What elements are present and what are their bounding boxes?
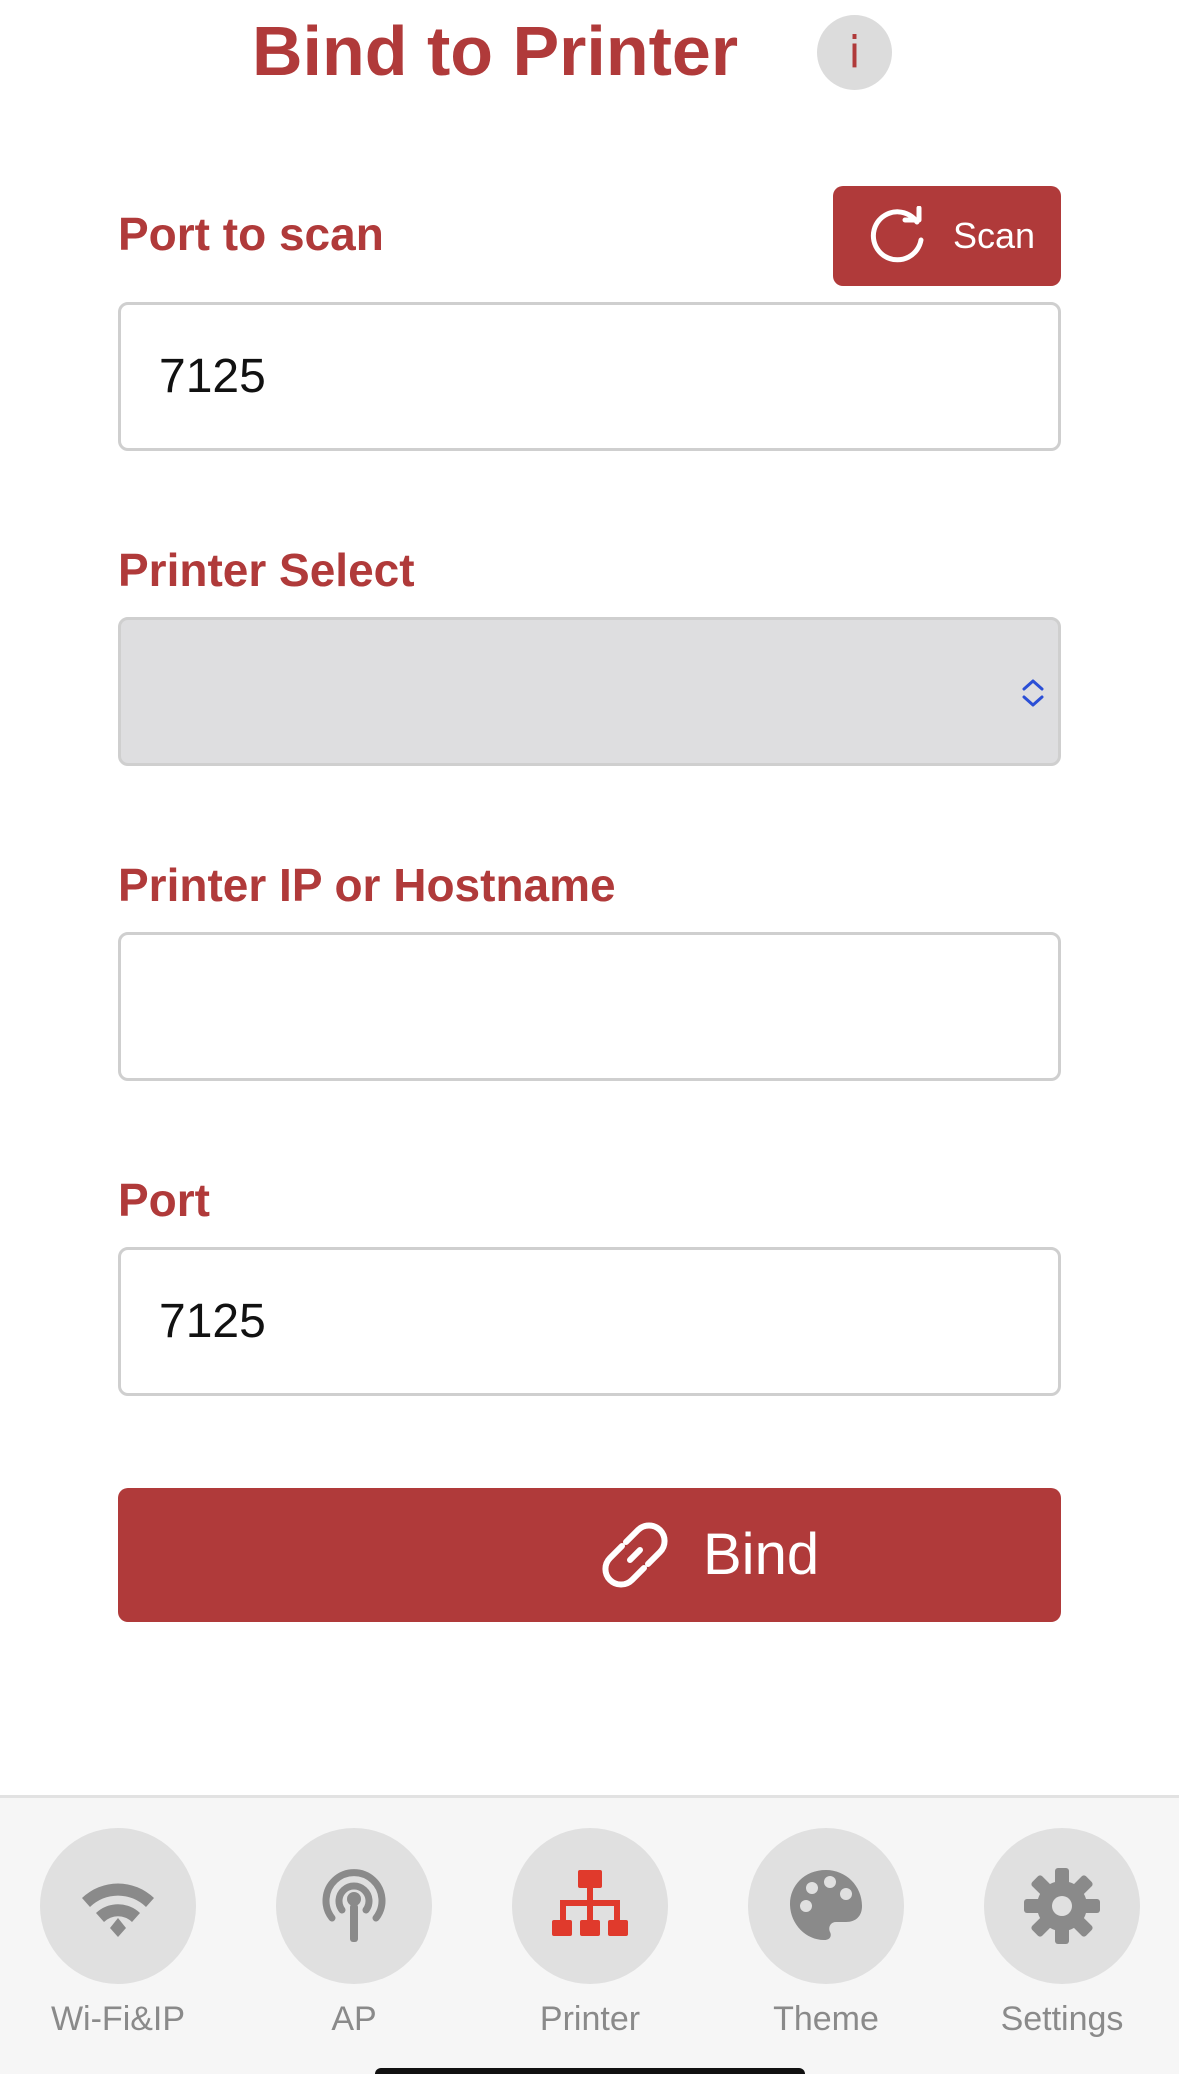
tab-printer[interactable]: Printer (490, 1828, 690, 2058)
tab-wifi-ip-circle (40, 1828, 196, 1984)
chevron-up-down-icon (1022, 679, 1044, 707)
tab-theme-label: Theme (773, 2000, 879, 2038)
info-button[interactable]: i (817, 15, 892, 90)
tab-printer-circle (512, 1828, 668, 1984)
bind-button-label: Bind (703, 1522, 820, 1587)
bottom-tab-bar: Wi-Fi&IP AP Printer Theme Settings (0, 1795, 1179, 2074)
tab-ap-label: AP (331, 2000, 377, 2038)
scan-button-label: Scan (953, 215, 1036, 256)
printer-select-label: Printer Select (118, 544, 415, 596)
printer-host-label: Printer IP or Hostname (118, 859, 616, 911)
tab-settings-circle (984, 1828, 1140, 1984)
printer-host-input[interactable] (118, 932, 1061, 1081)
tab-wifi-ip-label: Wi-Fi&IP (50, 2000, 186, 2038)
port-input[interactable]: 7125 (118, 1247, 1061, 1396)
port-to-scan-label: Port to scan (118, 208, 384, 260)
tab-theme-circle (748, 1828, 904, 1984)
refresh-icon (870, 206, 924, 263)
bind-printer-screen: Bind to Printer i Port to scan Scan 7125… (0, 0, 1179, 2074)
antenna-icon (322, 1869, 386, 1942)
tab-settings[interactable]: Settings (962, 1828, 1162, 2058)
tab-printer-label: Printer (539, 2000, 641, 2038)
scan-button[interactable]: Scan (833, 186, 1061, 286)
port-label: Port (118, 1174, 210, 1226)
gear-icon (1024, 1868, 1100, 1944)
port-to-scan-input[interactable]: 7125 (118, 302, 1061, 451)
home-indicator (375, 2068, 805, 2074)
network-icon (552, 1870, 628, 1936)
link-icon (602, 1522, 668, 1588)
palette-icon (790, 1870, 862, 1940)
bind-button[interactable]: Bind (118, 1488, 1061, 1622)
tab-settings-label: Settings (1000, 2000, 1124, 2038)
printer-select-dropdown[interactable] (118, 617, 1061, 766)
tab-ap-circle (276, 1828, 432, 1984)
wifi-icon (82, 1883, 154, 1937)
tab-wifi-ip[interactable]: Wi-Fi&IP (18, 1828, 218, 2058)
page-title: Bind to Printer (252, 12, 739, 90)
tab-theme[interactable]: Theme (726, 1828, 926, 2058)
tab-ap[interactable]: AP (254, 1828, 454, 2058)
